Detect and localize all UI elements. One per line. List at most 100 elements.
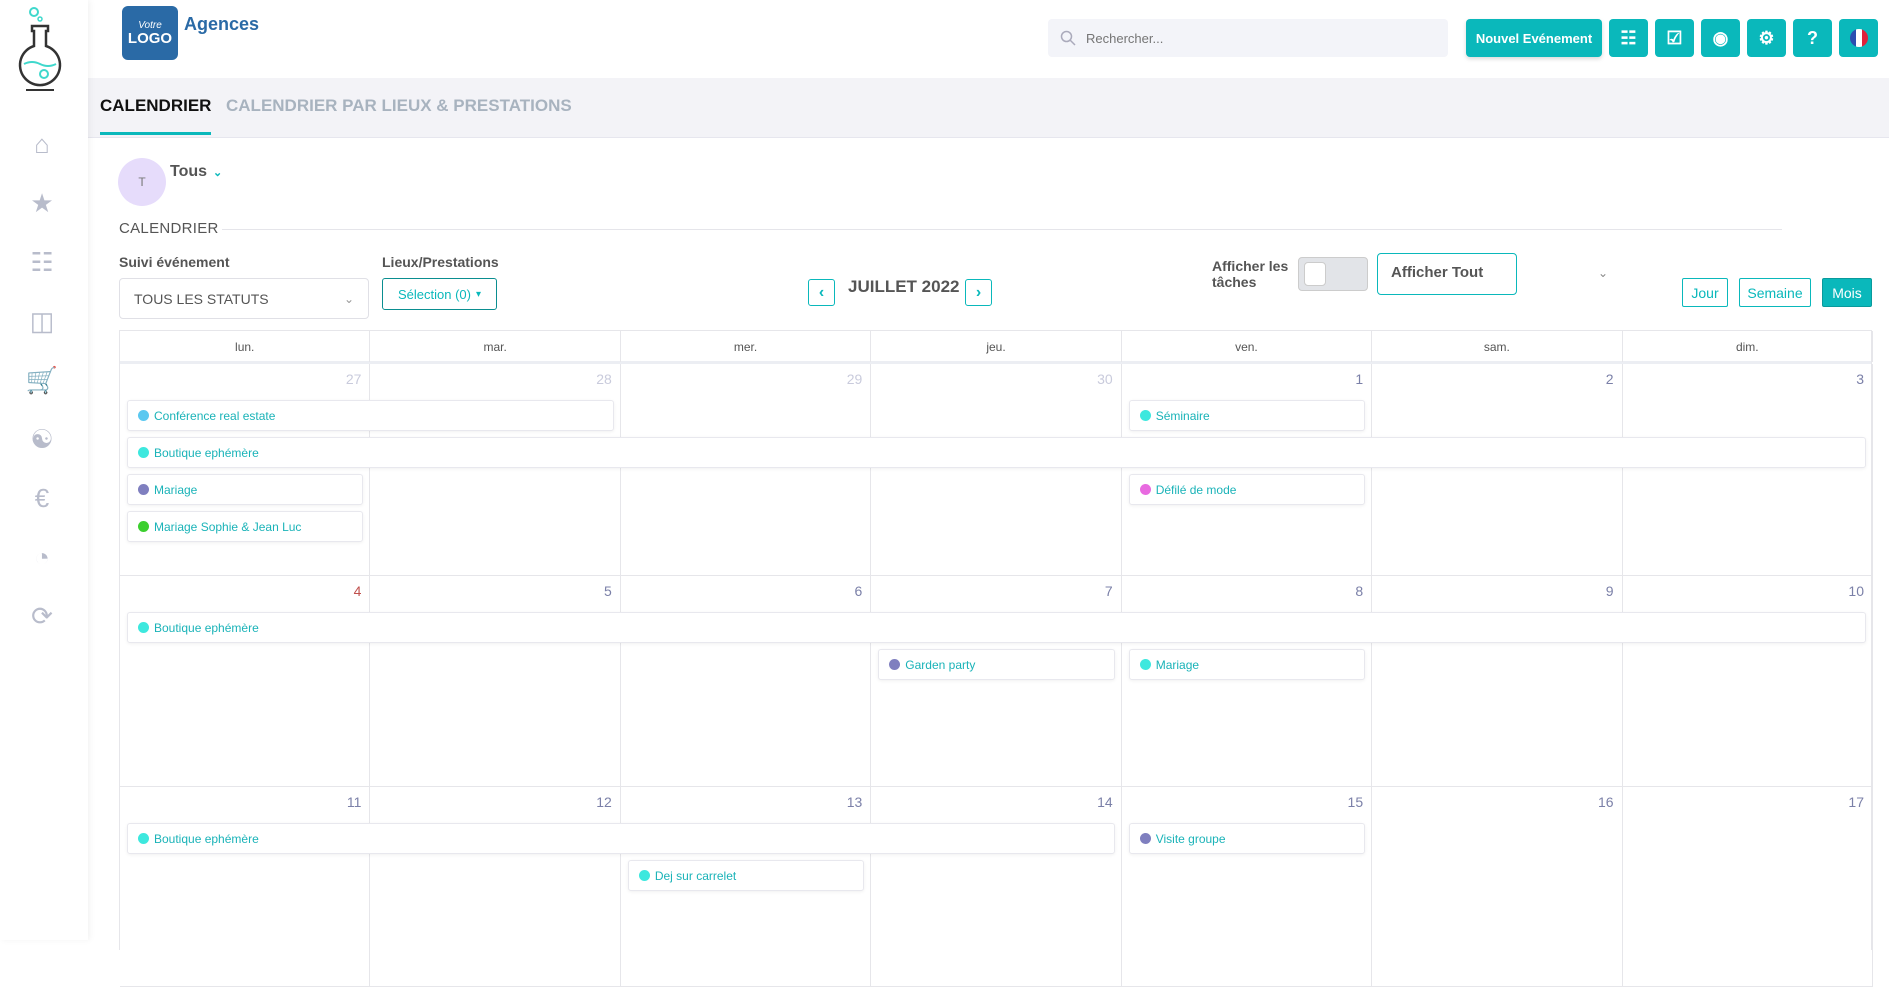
day-cell[interactable]: 10 — [1622, 576, 1873, 787]
day-number[interactable]: 8 — [1355, 583, 1363, 599]
help-icon: ? — [1807, 27, 1818, 48]
tab-calendrier-lieux[interactable]: CALENDRIER PAR LIEUX & PRESTATIONS — [226, 96, 572, 132]
euro-coins-icon[interactable]: € — [22, 480, 62, 516]
calendar-event[interactable]: Dej sur carrelet — [627, 860, 865, 891]
event-calendar-icon[interactable]: ☷ — [22, 244, 62, 280]
prev-month-button[interactable]: ‹ — [808, 279, 835, 306]
day-number[interactable]: 11 — [347, 794, 362, 810]
handshake-icon[interactable]: ☯ — [22, 421, 62, 457]
search-box[interactable] — [1048, 19, 1448, 57]
french-flag-icon — [1849, 29, 1868, 47]
help-button[interactable]: ? — [1793, 19, 1832, 57]
day-cell[interactable]: 14 — [871, 787, 1122, 987]
brand-logo[interactable]: Votre LOGO Agences — [122, 6, 259, 60]
calendar-event[interactable]: Séminaire — [1128, 400, 1366, 431]
event-title: Mariage — [154, 482, 198, 497]
next-month-button[interactable]: › — [965, 279, 992, 306]
pie-chart-icon[interactable]: ◔ — [22, 539, 62, 575]
calendar-event[interactable]: Boutique ephémère — [127, 612, 1866, 643]
calendar-event[interactable]: Mariage Sophie & Jean Luc — [127, 511, 364, 542]
user-filter[interactable]: Tous ⌄ — [170, 163, 222, 181]
chevron-down-icon: ▾ — [475, 288, 481, 300]
display-filter-select[interactable]: Afficher Tout — [1377, 253, 1517, 295]
status-select[interactable]: TOUS LES STATUTS ⌄ — [119, 278, 369, 319]
show-tasks-toggle[interactable] — [1298, 257, 1368, 291]
event-status-dot — [1139, 410, 1151, 421]
clipboard-checklist-button[interactable]: ☑ — [1655, 19, 1694, 57]
chevron-down-icon[interactable]: ⌄ — [1598, 266, 1608, 280]
view-day-button[interactable]: Jour — [1682, 278, 1728, 307]
show-tasks-label: Afficher les tâches — [1212, 258, 1289, 290]
day-cell[interactable]: 17 — [1622, 787, 1873, 987]
day-cell[interactable]: 1 — [1121, 364, 1373, 576]
day-cell[interactable]: 11 — [120, 787, 371, 987]
event-status-dot — [1139, 833, 1151, 844]
day-number[interactable]: 4 — [354, 583, 362, 599]
day-cell[interactable]: 30 — [871, 364, 1122, 576]
tab-calendrier[interactable]: CALENDRIER — [100, 96, 212, 135]
calendar-event[interactable]: Garden party — [878, 649, 1115, 680]
team-rating-icon[interactable]: ★ — [22, 185, 62, 221]
calendar-event[interactable]: Visite groupe — [1128, 823, 1366, 854]
new-event-button[interactable]: Nouvel Evénement — [1466, 19, 1602, 57]
day-cell[interactable]: 15 — [1121, 787, 1373, 987]
flask-logo-icon[interactable] — [12, 4, 72, 99]
day-number[interactable]: 7 — [1105, 583, 1113, 599]
day-cell[interactable]: 12 — [370, 787, 621, 987]
day-number[interactable]: 14 — [1097, 794, 1113, 810]
lieux-select[interactable]: Sélection (0) ▾ — [382, 278, 497, 310]
sync-check-icon[interactable]: ⟳ — [22, 598, 62, 634]
day-cell[interactable]: 6 — [620, 576, 872, 787]
day-cell[interactable]: 7 — [871, 576, 1122, 787]
day-number[interactable]: 3 — [1856, 371, 1864, 387]
home-icon[interactable]: ⌂ — [22, 126, 62, 162]
clipboard-checklist-icon: ☑ — [1666, 27, 1683, 48]
day-number[interactable]: 12 — [596, 794, 612, 810]
day-number[interactable]: 28 — [596, 371, 612, 387]
calendar-event[interactable]: Boutique ephémère — [127, 823, 1115, 854]
day-number[interactable]: 6 — [854, 583, 862, 599]
view-week-button[interactable]: Semaine — [1739, 278, 1811, 307]
calendar-event[interactable]: Défilé de mode — [1128, 474, 1366, 505]
event-status-dot — [138, 521, 149, 532]
calendar-event[interactable]: Mariage — [1128, 649, 1366, 680]
calendar-event[interactable]: Conférence real estate — [127, 400, 614, 431]
presentation-icon[interactable]: ◫ — [22, 303, 62, 339]
day-number[interactable]: 17 — [1848, 794, 1864, 810]
day-number[interactable]: 27 — [346, 371, 362, 387]
view-month-button[interactable]: Mois — [1822, 278, 1872, 307]
day-number[interactable]: 29 — [847, 371, 863, 387]
weekday-mer: mer. — [621, 331, 872, 362]
day-cell[interactable]: 28 — [370, 364, 621, 576]
event-status-dot — [138, 484, 149, 495]
day-cell[interactable]: 9 — [1372, 576, 1623, 787]
user-circle-button[interactable]: ◉ — [1701, 19, 1740, 57]
day-number[interactable]: 5 — [604, 583, 612, 599]
day-number[interactable]: 15 — [1348, 794, 1364, 810]
search-input[interactable] — [1086, 30, 1426, 46]
day-cell[interactable]: 5 — [370, 576, 621, 787]
day-cell[interactable]: 27 — [120, 364, 371, 576]
day-cell[interactable]: 8 — [1121, 576, 1373, 787]
day-cell[interactable]: 3 — [1622, 364, 1873, 576]
avatar[interactable]: T — [118, 158, 166, 206]
day-cell[interactable]: 29 — [620, 364, 872, 576]
day-cell[interactable]: 2 — [1372, 364, 1623, 576]
day-number[interactable]: 1 — [1355, 371, 1363, 387]
gear-button[interactable]: ⚙ — [1747, 19, 1786, 57]
event-title: Défilé de mode — [1155, 482, 1237, 497]
day-cell[interactable]: 16 — [1372, 787, 1623, 987]
day-number[interactable]: 16 — [1598, 794, 1614, 810]
cart-icon[interactable]: 🛒 — [22, 362, 62, 398]
day-number[interactable]: 13 — [847, 794, 863, 810]
day-cell[interactable]: 4 — [120, 576, 371, 787]
calendar-event[interactable]: Boutique ephémère — [127, 437, 1866, 468]
event-title: Conférence real estate — [154, 408, 276, 423]
french-flag-button[interactable] — [1839, 19, 1878, 57]
day-number[interactable]: 10 — [1848, 583, 1864, 599]
calendar-event[interactable]: Mariage — [127, 474, 364, 505]
day-number[interactable]: 30 — [1097, 371, 1113, 387]
day-number[interactable]: 9 — [1606, 583, 1614, 599]
day-number[interactable]: 2 — [1606, 371, 1614, 387]
calendar-button[interactable]: ☷ — [1609, 19, 1648, 57]
